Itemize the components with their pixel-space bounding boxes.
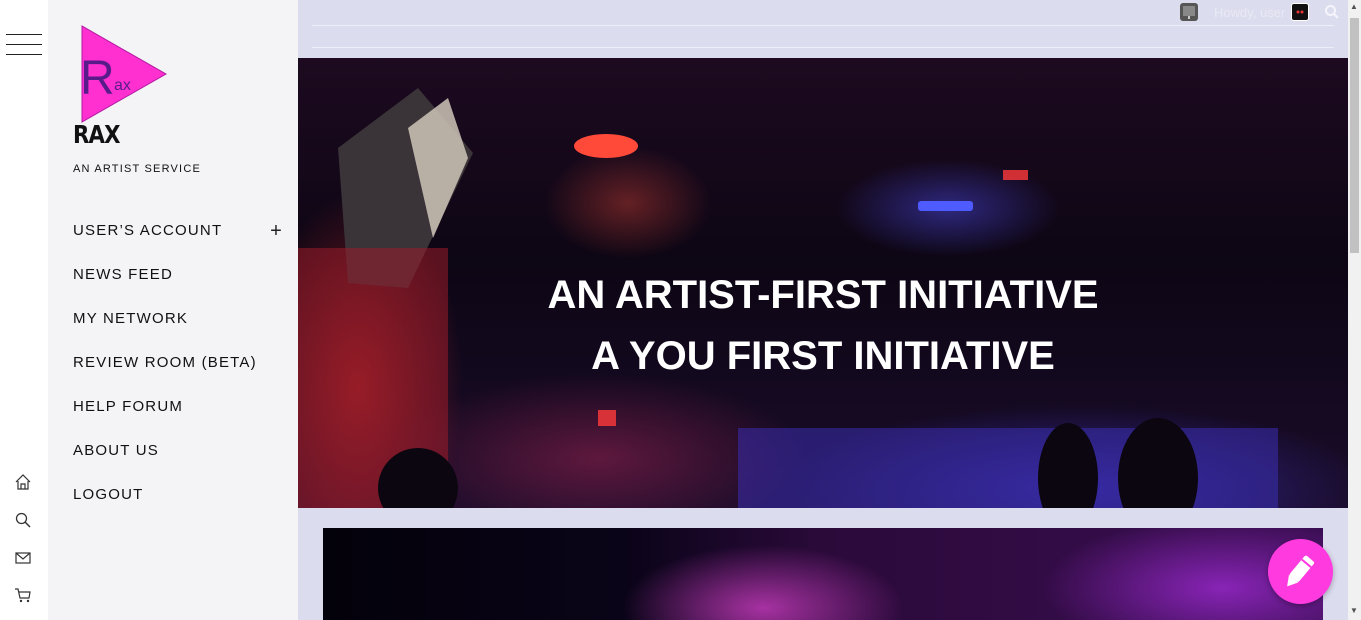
scroll-up-arrow-icon[interactable]: ▲ <box>1350 2 1358 11</box>
compose-button[interactable] <box>1268 539 1333 604</box>
menu-item-label: MY NETWORK <box>73 310 189 327</box>
menu-item-logout[interactable]: LOGOUT <box>73 484 283 528</box>
hero-headline: AN ARTIST-FIRST INITIATIVE A YOU FIRST I… <box>298 265 1348 387</box>
cart-icon[interactable] <box>14 586 32 604</box>
hero-line-1: AN ARTIST-FIRST INITIATIVE <box>547 273 1099 317</box>
hero-line-2: A YOU FIRST INITIATIVE <box>591 334 1055 378</box>
divider <box>312 47 1334 48</box>
scrollbar-thumb[interactable] <box>1350 18 1359 253</box>
expand-plus-icon[interactable]: + <box>270 220 283 242</box>
main-menu: USER’S ACCOUNT + NEWS FEED MY NETWORK RE… <box>73 220 283 528</box>
site-title[interactable]: RAX <box>73 120 120 149</box>
icon-rail <box>0 0 48 620</box>
menu-item-label: NEWS FEED <box>73 266 173 283</box>
user-avatar[interactable] <box>1291 3 1309 21</box>
sidebar: R ax RAX AN ARTIST SERVICE USER’S ACCOUN… <box>48 0 298 620</box>
top-bar: Howdy, user <box>298 0 1348 58</box>
divider <box>312 25 1334 26</box>
hamburger-menu-icon[interactable] <box>6 34 42 56</box>
menu-item-label: LOGOUT <box>73 486 144 503</box>
svg-text:ax: ax <box>114 77 131 94</box>
menu-item-users-account[interactable]: USER’S ACCOUNT + <box>73 220 283 264</box>
scroll-down-arrow-icon[interactable]: ▼ <box>1350 606 1358 615</box>
menu-item-label: HELP FORUM <box>73 398 184 415</box>
page-scrollbar[interactable]: ▲ ▼ <box>1348 0 1361 620</box>
menu-item-news-feed[interactable]: NEWS FEED <box>73 264 283 308</box>
menu-item-about-us[interactable]: ABOUT US <box>73 440 283 484</box>
site-logo[interactable]: R ax <box>78 24 168 124</box>
search-icon[interactable] <box>1324 4 1340 20</box>
menu-item-label: REVIEW ROOM (BETA) <box>73 354 257 371</box>
menu-item-help-forum[interactable]: HELP FORUM <box>73 396 283 440</box>
feature-section <box>298 508 1348 620</box>
home-icon[interactable] <box>14 473 32 491</box>
menu-item-my-network[interactable]: MY NETWORK <box>73 308 283 352</box>
menu-item-label: USER’S ACCOUNT <box>73 222 223 239</box>
hero-banner: AN ARTIST-FIRST INITIATIVE A YOU FIRST I… <box>298 58 1348 508</box>
menu-item-review-room[interactable]: REVIEW ROOM (BETA) <box>73 352 283 396</box>
howdy-greeting[interactable]: Howdy, user <box>1214 5 1285 20</box>
notification-icon[interactable] <box>1180 3 1198 21</box>
feature-image[interactable] <box>323 528 1323 620</box>
search-icon[interactable] <box>14 511 32 529</box>
site-tagline: AN ARTIST SERVICE <box>73 163 201 175</box>
menu-item-label: ABOUT US <box>73 442 160 459</box>
pencil-icon <box>1287 555 1315 587</box>
mail-icon[interactable] <box>14 549 32 567</box>
svg-text:R: R <box>80 52 115 105</box>
